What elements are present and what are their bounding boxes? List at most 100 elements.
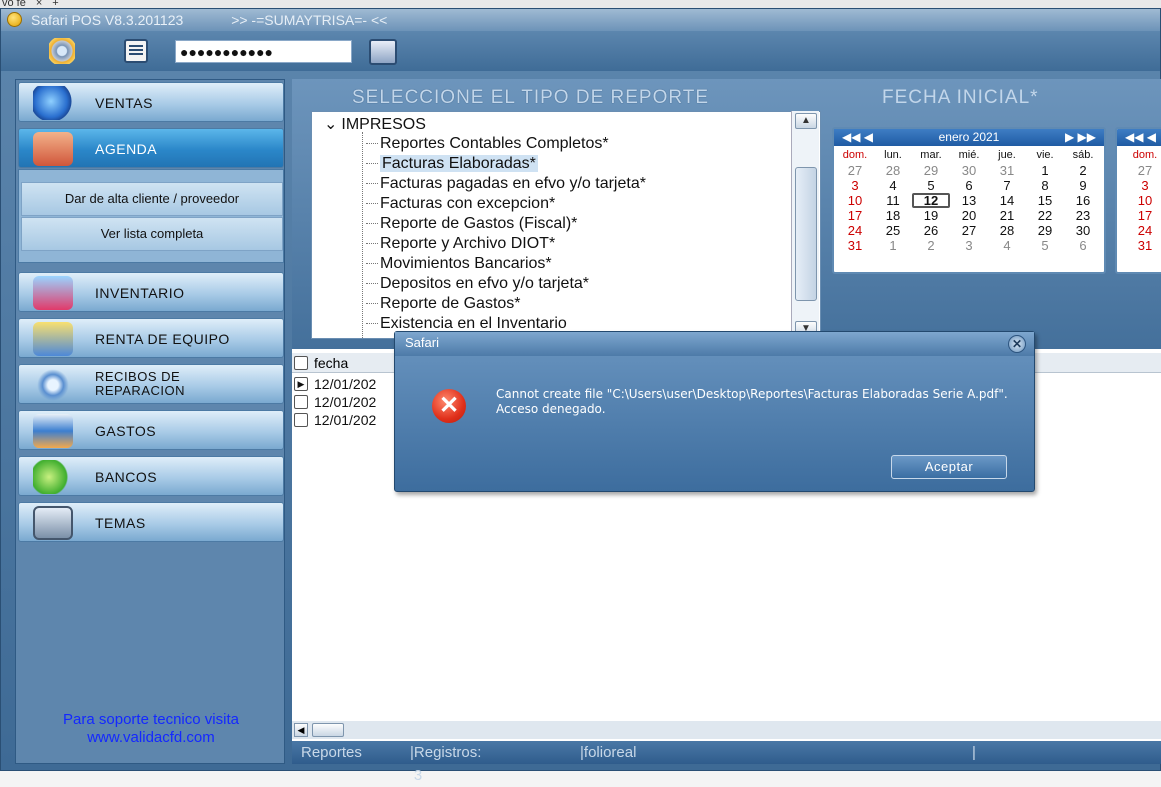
sidebar-item-inventario[interactable]: INVENTARIO [18,272,284,312]
calendar2-grid: dom. 27 3 10 17 24 31 [1117,146,1161,255]
printer-icon[interactable] [369,39,397,65]
calendar-day[interactable]: 28 [988,223,1026,238]
calendar-day[interactable]: 28 [874,163,912,178]
tree-item[interactable]: Facturas con excepcion* [366,194,555,214]
tree-item[interactable]: Facturas pagadas en efvo y/o tarjeta* [366,174,646,194]
calendar-day[interactable]: 19 [912,208,950,223]
calendar-day[interactable]: 18 [874,208,912,223]
calendar-day[interactable]: 5 [1026,238,1064,253]
row-checkbox[interactable] [294,413,308,427]
tree-item[interactable]: Reporte de Gastos (Fiscal)* [366,214,577,234]
calendar-day[interactable]: 31 [1119,238,1161,253]
password-input[interactable]: ●●●●●●●●●●● [175,40,352,63]
calendar-day[interactable]: 27 [836,163,874,178]
calendar-day[interactable]: 3 [836,178,874,193]
ver-lista-button[interactable]: Ver lista completa [21,217,283,251]
tree-item[interactable]: Depositos en efvo y/o tarjeta* [366,274,589,294]
calendar-day[interactable]: 3 [950,238,988,253]
tree-item[interactable]: Reportes Contables Completos* [366,134,609,154]
calendar-day[interactable]: 21 [988,208,1026,223]
calendar-day[interactable]: 11 [874,193,912,208]
calendar-day[interactable]: 9 [1064,178,1102,193]
calendar-day[interactable]: 6 [1064,238,1102,253]
calendar-day[interactable]: 27 [1119,163,1161,178]
sidebar-item-temas[interactable]: TEMAS [18,502,284,542]
start-date-heading: FECHA INICIAL* [882,87,1039,108]
horizontal-scrollbar[interactable]: ◀ [292,721,1161,739]
row-checkbox[interactable] [294,395,308,409]
calendar-day[interactable]: 17 [836,208,874,223]
calendar-day[interactable]: 1 [1026,163,1064,178]
calendar-day[interactable]: 15 [1026,193,1064,208]
calendar-header: ◀◀ ◀ enero 2021 ▶ ▶▶ [834,129,1104,146]
calendar-day[interactable]: 2 [1064,163,1102,178]
calendar-day[interactable]: 13 [950,193,988,208]
support-link[interactable]: www.validacfd.com [20,729,282,747]
report-panel: SELECCIONE EL TIPO DE REPORTE FECHA INIC… [292,79,1161,349]
calendar-day[interactable]: 23 [1064,208,1102,223]
sidebar-item-bancos[interactable]: BANCOS [18,456,284,496]
calendar-day[interactable]: 6 [950,178,988,193]
scroll-up-button[interactable]: ▲ [795,113,817,129]
tree-item[interactable]: Reporte de Gastos* [366,294,521,314]
app-icon [7,12,22,27]
ok-button[interactable]: Aceptar [891,455,1007,479]
column-fecha[interactable]: fecha [314,355,348,371]
end-date-calendar-partial[interactable]: ◀◀ ◀ dom. 27 3 10 17 24 31 [1115,127,1161,274]
calendar-day[interactable]: 3 [1119,178,1161,193]
calendar-day[interactable]: 8 [1026,178,1064,193]
calendar-prev-button[interactable]: ◀◀ ◀ [842,129,873,146]
scroll-thumb[interactable] [795,167,817,301]
calendar-day[interactable]: 29 [1026,223,1064,238]
notes-icon[interactable] [124,39,148,63]
calendar-day[interactable]: 17 [1119,208,1161,223]
tree-root[interactable]: ⌄ IMPRESOS [324,114,426,134]
start-date-calendar[interactable]: ◀◀ ◀ enero 2021 ▶ ▶▶ dom. lun. mar. mié. jue… [832,127,1106,274]
report-type-heading: SELECCIONE EL TIPO DE REPORTE [352,87,710,108]
calendar-day[interactable]: 1 [874,238,912,253]
hscroll-thumb[interactable] [312,723,344,737]
gear-icon[interactable] [49,38,75,64]
tree-item[interactable]: Reporte y Archivo DIOT* [366,234,555,254]
calendar-day[interactable]: 4 [988,238,1026,253]
calendar-day[interactable]: 4 [874,178,912,193]
tree-item[interactable]: Movimientos Bancarios* [366,254,552,274]
sidebar-item-gastos[interactable]: GASTOS [18,410,284,450]
dialog-title: Safari [395,332,1034,356]
window-subtitle: >> -=SUMAYTRISA=- << [231,12,388,28]
calendar-day[interactable]: 30 [1064,223,1102,238]
sidebar-item-recibos[interactable]: RECIBOS DE REPARACION [18,364,284,404]
scroll-left-button[interactable]: ◀ [294,723,308,737]
chevron-down-icon[interactable]: ⌄ [324,114,337,134]
calendar-next-button[interactable]: ▶ ▶▶ [1065,129,1096,146]
tree-scrollbar[interactable]: ▲ ▼ [791,111,819,339]
close-icon[interactable]: ✕ [1008,335,1026,353]
report-tree[interactable]: ⌄ IMPRESOS Reportes Contables Completos* F… [311,111,821,339]
calendar-day[interactable]: 22 [1026,208,1064,223]
calendar-day[interactable]: 24 [1119,223,1161,238]
calendar-day[interactable]: 31 [988,163,1026,178]
header-checkbox[interactable] [294,356,308,370]
sidebar-item-agenda[interactable]: AGENDA [18,128,284,168]
sidebar-item-ventas[interactable]: VENTAS [18,82,284,122]
tree-item[interactable]: Facturas Elaboradas* [366,154,538,174]
calendar2-prev-button[interactable]: ◀◀ ◀ [1125,129,1156,146]
calendar-day[interactable]: 5 [912,178,950,193]
calendar-day[interactable]: 29 [912,163,950,178]
calendar-day[interactable]: 16 [1064,193,1102,208]
calendar-day[interactable]: 14 [988,193,1026,208]
calendar-day[interactable]: 7 [988,178,1026,193]
calendar-day[interactable]: 27 [950,223,988,238]
calendar-day[interactable]: 10 [836,193,874,208]
calendar-day[interactable]: 24 [836,223,874,238]
calendar-day[interactable]: 31 [836,238,874,253]
calendar-day[interactable]: 25 [874,223,912,238]
calendar-day[interactable]: 20 [950,208,988,223]
calendar-day[interactable]: 2 [912,238,950,253]
calendar-day[interactable]: 30 [950,163,988,178]
calendar-day[interactable]: 12 [912,193,950,208]
calendar-day[interactable]: 26 [912,223,950,238]
dar-de-alta-button[interactable]: Dar de alta cliente / proveedor [21,182,283,216]
calendar-day[interactable]: 10 [1119,193,1161,208]
sidebar-item-renta-equipo[interactable]: RENTA DE EQUIPO [18,318,284,358]
